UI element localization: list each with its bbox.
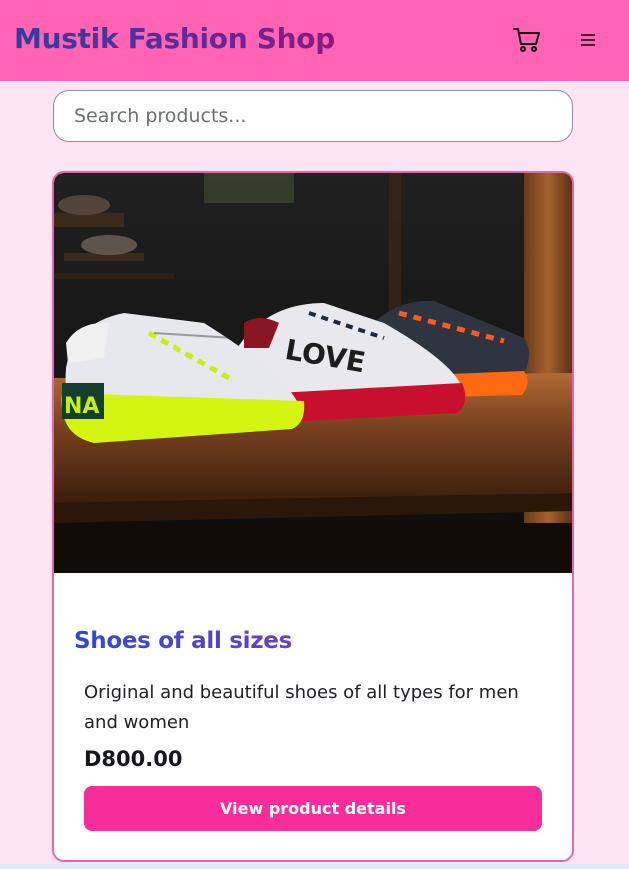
brand-title[interactable]: Mustik Fashion Shop [14,22,335,55]
product-title: Shoes of all sizes [74,628,292,654]
svg-text:NA: NA [64,394,99,419]
search-input[interactable] [53,90,573,142]
hamburger-menu-icon [581,34,595,46]
bottom-edge [0,864,629,869]
top-navbar: Mustik Fashion Shop [0,0,629,81]
menu-button[interactable] [578,30,598,50]
cart-button[interactable] [512,26,542,54]
product-description: Original and beautiful shoes of all type… [84,682,519,733]
view-product-details-button[interactable]: View product details [84,786,542,831]
product-image[interactable]: LOVE NA [54,173,572,573]
product-price: D800.00 [84,747,183,771]
cart-icon [513,28,540,52]
product-card: LOVE NA Shoes of all sizes Original and … [52,171,574,862]
